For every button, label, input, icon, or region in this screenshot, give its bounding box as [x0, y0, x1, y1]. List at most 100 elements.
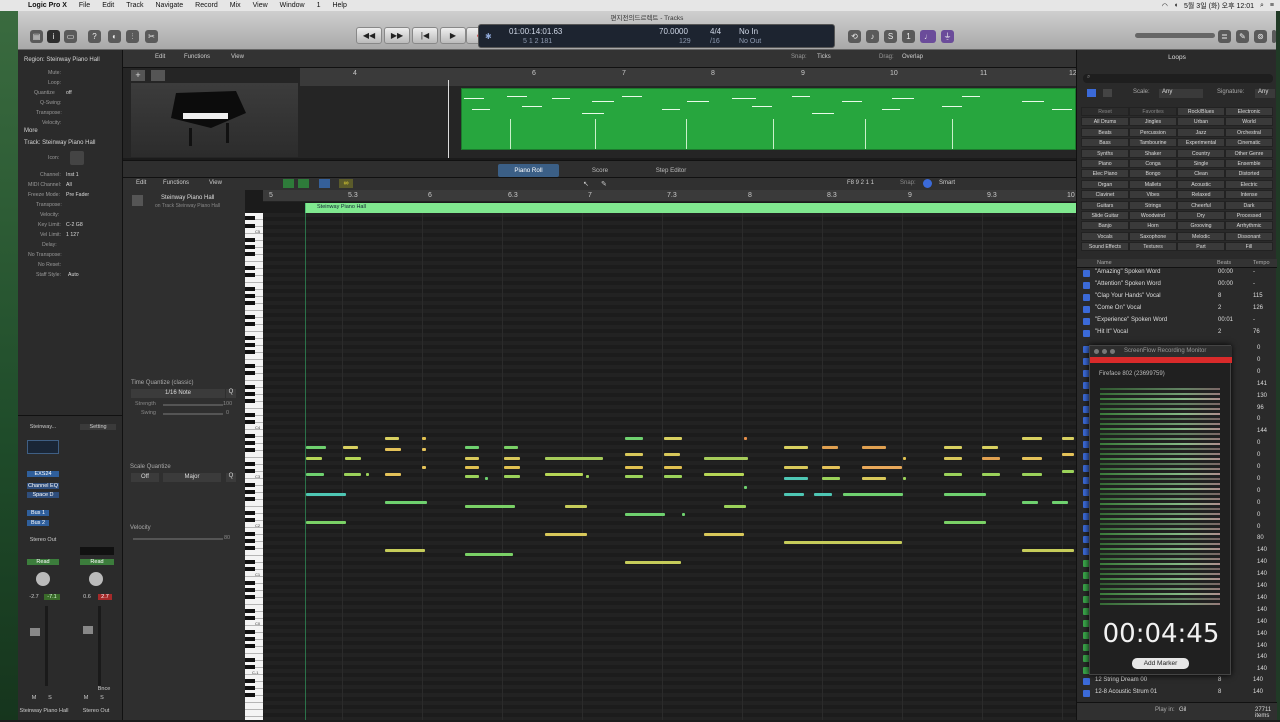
list-item[interactable]: 12-8 Acoustic Strum 01 8 140	[1083, 688, 1277, 700]
loop-search-field[interactable]: ⌕	[1083, 74, 1273, 83]
menu-mix[interactable]: Mix	[224, 2, 247, 9]
keyword-button[interactable]: Woodwind	[1129, 211, 1177, 220]
keyword-button[interactable]: Sound Effects	[1081, 242, 1129, 252]
library-icon[interactable]: ▤	[30, 30, 43, 43]
midi-note[interactable]	[343, 446, 358, 449]
monitor-titlebar[interactable]: ScreenFlow Recording Monitor	[1090, 346, 1232, 357]
midi-in-icon[interactable]	[283, 179, 294, 188]
drag-menu[interactable]: Overlap	[902, 54, 923, 60]
zoom-icon[interactable]	[1110, 349, 1115, 354]
midi-note[interactable]	[625, 561, 681, 564]
track-inspector-header[interactable]: Track: Steinway Piano Hall	[24, 140, 95, 146]
menu-edit[interactable]: Edit	[96, 2, 120, 9]
menu-track[interactable]: Track	[120, 2, 149, 9]
midi-note[interactable]	[1022, 501, 1038, 504]
menu-file[interactable]: File	[73, 2, 96, 9]
audio-fx-slot[interactable]: Space D	[27, 492, 59, 498]
more-disclosure[interactable]: More	[24, 128, 38, 134]
midi-note[interactable]	[704, 457, 748, 460]
column-view-icon[interactable]	[1103, 89, 1112, 97]
forward-button[interactable]: ▶▶	[384, 27, 410, 44]
editor-snap-menu[interactable]: Smart	[939, 180, 955, 186]
keyword-button[interactable]: Part	[1177, 242, 1225, 252]
midi-note[interactable]	[306, 521, 346, 524]
midi-note[interactable]	[744, 437, 747, 440]
keyword-button[interactable]: Cheerful	[1177, 200, 1225, 210]
col-name-header[interactable]: Name	[1097, 260, 1112, 266]
midi-note[interactable]	[704, 533, 744, 536]
track-param-value[interactable]: C-2 G8	[66, 222, 83, 228]
midi-note[interactable]	[784, 477, 808, 480]
pan-knob-2[interactable]	[89, 572, 103, 586]
midi-note[interactable]	[1022, 473, 1042, 476]
keyword-button[interactable]: Rock/Blues	[1177, 107, 1225, 116]
snap-menu[interactable]: Ticks	[817, 54, 831, 60]
midi-note[interactable]	[465, 475, 479, 478]
scale-menu[interactable]: Any	[1159, 89, 1203, 98]
rewind-button[interactable]: ◀◀	[356, 27, 382, 44]
midi-note[interactable]	[306, 473, 324, 476]
output-slot-2[interactable]	[80, 547, 114, 555]
midi-note[interactable]	[504, 466, 520, 469]
midi-note[interactable]	[465, 505, 515, 508]
tracks-edit-menu[interactable]: Edit	[155, 54, 165, 60]
instrument-slot[interactable]: EXS24	[27, 471, 59, 477]
solo-button-2[interactable]: S	[98, 695, 106, 701]
keyword-button[interactable]: Reset	[1081, 107, 1129, 116]
keyword-button[interactable]: Relaxed	[1177, 190, 1225, 200]
midi-note[interactable]	[664, 466, 682, 469]
tab-piano-roll[interactable]: Piano Roll	[498, 164, 559, 177]
keyword-button[interactable]: World	[1225, 117, 1273, 127]
midi-note[interactable]	[744, 486, 747, 489]
midi-note[interactable]	[385, 501, 427, 504]
pencil-tool-icon[interactable]: ✎	[601, 180, 607, 188]
smart-controls-icon[interactable]: ◐	[108, 30, 121, 43]
metronome-icon[interactable]: ♩	[920, 30, 936, 43]
play-in-menu[interactable]: Gil	[1179, 707, 1186, 713]
keyword-button[interactable]: Saxophone	[1129, 231, 1177, 241]
keyword-button[interactable]: Fill	[1225, 242, 1273, 252]
eq-thumbnail[interactable]	[27, 440, 59, 454]
keyword-button[interactable]: Other Genre	[1225, 148, 1273, 158]
keyword-button[interactable]: Country	[1177, 148, 1225, 158]
midi-note[interactable]	[903, 457, 906, 460]
notepad-icon[interactable]: ✎	[1236, 30, 1249, 43]
close-icon[interactable]	[1094, 349, 1099, 354]
midi-note[interactable]	[545, 457, 603, 460]
tracks-functions-menu[interactable]: Functions	[184, 54, 210, 60]
midi-note[interactable]	[306, 446, 326, 449]
keyword-button[interactable]: Guitars	[1081, 200, 1129, 210]
midi-note[interactable]	[385, 437, 399, 440]
button-view-icon[interactable]	[1087, 89, 1096, 97]
list-item[interactable]: "Amazing" Spoken Word 00:00 -	[1083, 268, 1277, 280]
piano-roll-playhead[interactable]	[305, 203, 306, 720]
keyword-button[interactable]: Dark	[1225, 200, 1273, 210]
midi-note[interactable]	[485, 477, 488, 480]
midi-note[interactable]	[1022, 457, 1042, 460]
keyword-button[interactable]: Single	[1177, 159, 1225, 168]
midi-note[interactable]	[944, 473, 962, 476]
solo-icon[interactable]: S	[884, 30, 897, 43]
midi-note[interactable]	[944, 457, 962, 460]
list-item[interactable]: "Hit It" Vocal 2 76	[1083, 328, 1277, 340]
menu-window[interactable]: Window	[274, 2, 311, 9]
keyword-button[interactable]: Arrhythmic	[1225, 221, 1273, 231]
add-track-button[interactable]: +	[131, 70, 145, 81]
keyword-button[interactable]: Intense	[1225, 190, 1273, 200]
menu-help[interactable]: Help	[326, 2, 352, 9]
send-bus-2[interactable]: Bus 2	[27, 520, 49, 526]
editor-functions-menu[interactable]: Functions	[163, 180, 189, 186]
midi-note[interactable]	[1022, 549, 1074, 552]
tracks-ruler[interactable]: 4 6 7 8 9 10 11 12	[300, 68, 1077, 86]
menu-app[interactable]: Logic Pro X	[22, 2, 73, 9]
click-icon[interactable]: ⏚	[941, 30, 954, 43]
track-header-piano[interactable]	[131, 83, 298, 157]
quantize-value[interactable]: off	[66, 90, 72, 96]
tab-step-editor[interactable]: Step Editor	[643, 164, 699, 177]
midi-note[interactable]	[504, 446, 518, 449]
midi-note[interactable]	[664, 437, 682, 440]
keyword-button[interactable]: Electric	[1225, 179, 1273, 189]
lcd-mode-icon[interactable]: ✱	[485, 32, 492, 41]
midi-note[interactable]	[1062, 470, 1074, 473]
midi-note[interactable]	[306, 493, 346, 496]
